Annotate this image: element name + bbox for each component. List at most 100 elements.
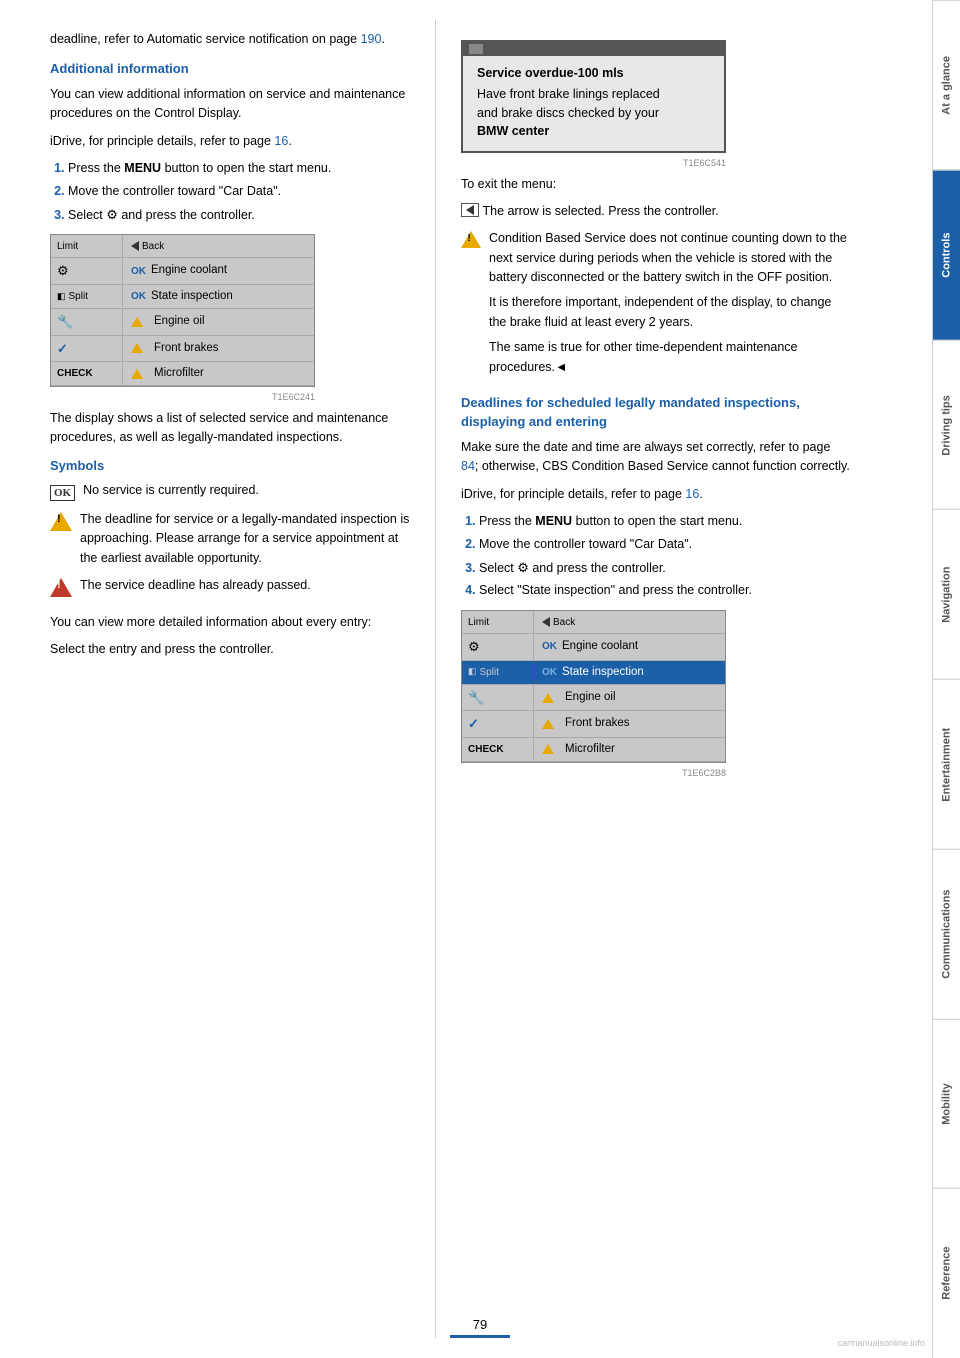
sidebar-tab-mobility[interactable]: Mobility <box>933 1019 960 1189</box>
menu-cell-engine-oil: Engine oil <box>123 310 314 333</box>
caution-triangle <box>461 231 481 248</box>
exit-instruction: The arrow is selected. Press the control… <box>461 202 851 221</box>
menu-cell-microfilter: Microfilter <box>123 362 314 385</box>
menu-cell-front-brakes: Front brakes <box>123 337 314 360</box>
menu2-cell-gear: ⚙ <box>462 634 534 660</box>
menu-row-oil: 🔧 Engine oil <box>51 309 314 336</box>
column-divider <box>435 20 436 1338</box>
menu1-fig-label: T1E6C241 <box>50 391 315 405</box>
menu-row-micro: CHECK Microfilter <box>51 362 314 386</box>
passed-symbol-text: The service deadline has already passed. <box>80 576 311 595</box>
service-box-line3: and brake discs checked by your <box>477 104 710 123</box>
menu-row-state: ◧ Split OKState inspection <box>51 285 314 309</box>
caution-icon <box>461 231 481 254</box>
sym-para2: Select the entry and press the controlle… <box>50 640 410 659</box>
section2-title: Deadlines for scheduled legally mandated… <box>461 393 851 432</box>
service-box-line1: Service overdue‑100 mls <box>477 64 710 83</box>
sidebar-tab-reference[interactable]: Reference <box>933 1188 960 1358</box>
step2-1: Press the MENU button to open the start … <box>479 512 851 531</box>
sidebar-tab-communications[interactable]: Communications <box>933 849 960 1019</box>
arrow-back-icon <box>461 203 479 217</box>
sidebar-tab-at-a-glance[interactable]: At a glance <box>933 0 960 170</box>
page-number-container: 79 <box>450 1317 510 1338</box>
sidebar-tabs: At a glance Controls Driving tips Naviga… <box>932 0 960 1358</box>
symbol-passed-row: The service deadline has already passed. <box>50 576 410 603</box>
warn-symbol-icon <box>50 512 72 537</box>
page-link-190[interactable]: 190 <box>361 32 382 46</box>
sidebar-tab-entertainment[interactable]: Entertainment <box>933 679 960 849</box>
menu2-row-brakes: ✓ Front brakes <box>462 711 725 738</box>
menu2-cell-limit: Limit <box>462 611 534 633</box>
section1-title: Additional information <box>50 59 410 79</box>
page-link-16-1[interactable]: 16 <box>274 134 288 148</box>
menu-cell-state-inspection: OKState inspection <box>123 285 314 308</box>
menu2-row-coolant: ⚙ OKEngine coolant <box>462 634 725 661</box>
menu-cell-back: Back <box>123 235 314 257</box>
page-link-16-2[interactable]: 16 <box>685 487 699 501</box>
menu2-cell-coolant: OKEngine coolant <box>534 635 725 658</box>
section1-para1: You can view additional information on s… <box>50 85 410 124</box>
step-3: Select ⚙ and press the controller. <box>68 205 410 225</box>
caution-para2: It is therefore important, independent o… <box>489 293 851 332</box>
menu2-row-oil: 🔧 Engine oil <box>462 685 725 712</box>
passed-symbol-icon <box>50 578 72 603</box>
menu2-fig-label: T1E6C2B8 <box>461 767 726 781</box>
menu-cell-split: ◧ Split <box>51 285 123 307</box>
menu-cell-check-label: CHECK <box>51 363 123 385</box>
service-box-icon <box>469 44 483 54</box>
page-number: 79 <box>450 1317 510 1332</box>
step-2: Move the controller toward "Car Data". <box>68 182 410 201</box>
ok-symbol-icon: OK <box>50 483 75 502</box>
sym-para1: You can view more detailed information a… <box>50 613 410 632</box>
right-column: Service overdue‑100 mls Have front brake… <box>441 20 871 1338</box>
sidebar-tab-navigation[interactable]: Navigation <box>933 509 960 679</box>
step2-2: Move the controller toward "Car Data". <box>479 535 851 554</box>
menu-cell-limit: Limit <box>51 235 123 257</box>
menu2-cell-checkmark: ✓ <box>462 711 534 737</box>
caution-text: Condition Based Service does not continu… <box>489 229 851 385</box>
menu2-cell-state: OKState inspection <box>534 661 725 684</box>
sidebar-tab-controls[interactable]: Controls <box>933 170 960 340</box>
menu2-row-state: ◧ Split OKState inspection <box>462 661 725 685</box>
menu-cell-check-mark: ✓ <box>51 336 123 362</box>
section1-idrive: iDrive, for principle details, refer to … <box>50 132 410 151</box>
steps-list-1: Press the MENU button to open the start … <box>68 159 410 224</box>
ok-text: OK <box>50 485 75 501</box>
menu-row-limit: Limit Back <box>51 235 314 258</box>
menu1-caption: The display shows a list of selected ser… <box>50 409 410 448</box>
symbols-title: Symbols <box>50 456 410 476</box>
warn-symbol-text: The deadline for service or a legally-ma… <box>80 510 410 568</box>
step2-4: Select "State inspection" and press the … <box>479 581 851 600</box>
menu-row-brakes: ✓ Front brakes <box>51 336 314 363</box>
page-number-line <box>450 1335 510 1338</box>
menu2-row-micro: CHECK Microfilter <box>462 738 725 762</box>
steps-list-2: Press the MENU button to open the start … <box>479 512 851 600</box>
intro-text: deadline, refer to Automatic service not… <box>50 30 410 49</box>
page-link-84[interactable]: 84 <box>461 459 475 473</box>
menu2-cell-front-brakes: Front brakes <box>534 712 725 735</box>
menu-row-coolant: ⚙ OKEngine coolant <box>51 258 314 285</box>
step-1: Press the MENU button to open the start … <box>68 159 410 178</box>
menu2-cell-route: 🔧 <box>462 685 534 711</box>
menu-box-2: Limit Back ⚙ OKEngine coolant <box>461 610 726 763</box>
caution-block: Condition Based Service does not continu… <box>461 229 851 385</box>
menu2-cell-split: ◧ Split <box>462 661 534 683</box>
watermark: carmanualsonline.info <box>837 1338 925 1348</box>
menu-box-1: Limit Back ⚙ OKEngine coolant <box>50 234 315 387</box>
sidebar-tab-driving-tips[interactable]: Driving tips <box>933 340 960 510</box>
service-box-line4: BMW center <box>477 122 710 141</box>
left-column: deadline, refer to Automatic service not… <box>0 20 430 1338</box>
symbol-warn-row: The deadline for service or a legally-ma… <box>50 510 410 568</box>
menu2-cell-check-label: CHECK <box>462 738 534 760</box>
menu-label-1: MENU <box>124 161 161 175</box>
service-overdue-box: Service overdue‑100 mls Have front brake… <box>461 40 726 153</box>
menu-cell-route: 🔧 <box>51 309 123 335</box>
ok-symbol-text: No service is currently required. <box>83 481 259 500</box>
caution-para1: Condition Based Service does not continu… <box>489 229 851 287</box>
step2-3: Select ⚙ and press the controller. <box>479 558 851 578</box>
service-box-line2: Have front brake linings replaced <box>477 85 710 104</box>
menu-cell-gear: ⚙ <box>51 258 123 284</box>
menu-cell-coolant: OKEngine coolant <box>123 259 314 282</box>
section2-idrive: iDrive, for principle details, refer to … <box>461 485 851 504</box>
menu-label-2: MENU <box>535 514 572 528</box>
